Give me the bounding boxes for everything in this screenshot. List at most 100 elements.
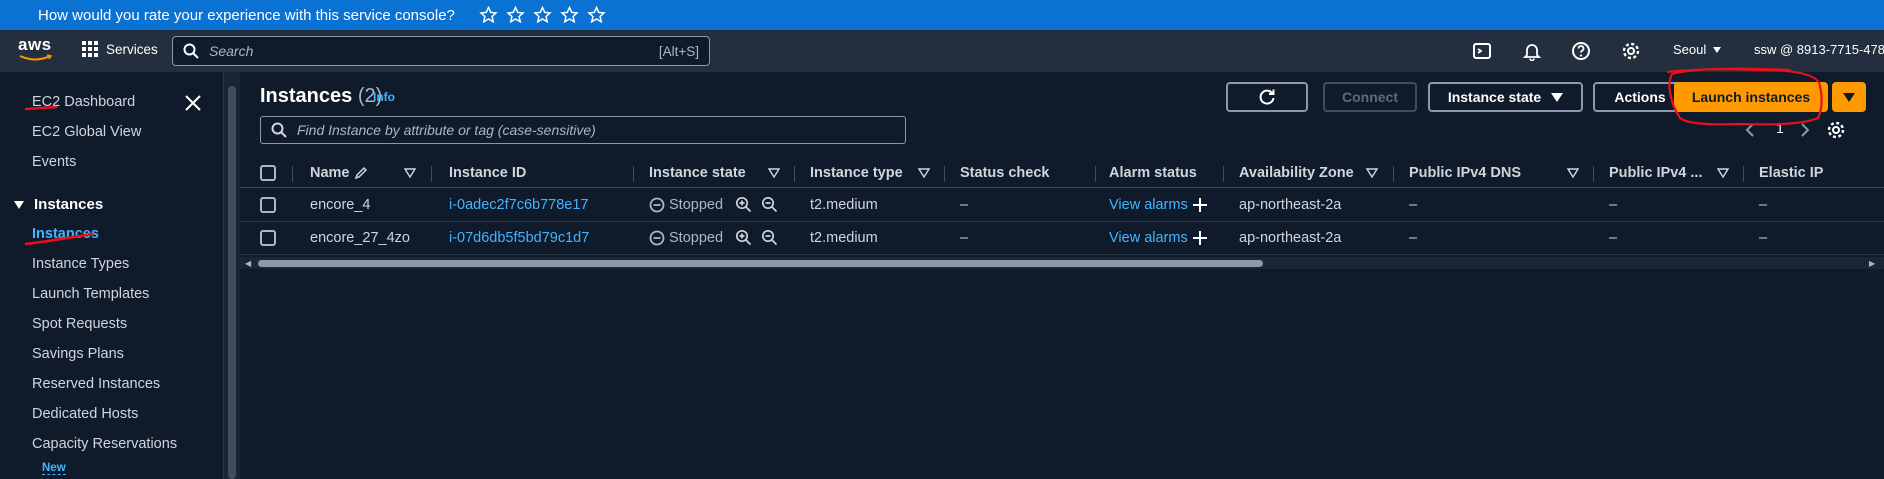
cell-availability-zone: ap-northeast-2a [1239,197,1342,213]
column-header-public-ipv4-dns[interactable]: Public IPv4 DNS [1409,165,1521,181]
sort-icon[interactable] [1366,168,1378,178]
sort-icon[interactable] [918,168,930,178]
row-checkbox[interactable] [260,230,276,246]
launch-dropdown-button[interactable] [1832,82,1866,112]
new-badge: New [42,462,66,475]
sidebar-section-label: Instances [34,196,104,213]
gear-icon[interactable] [1621,41,1641,61]
sidebar: EC2 Dashboard EC2 Global View Events Ins… [0,72,224,479]
sort-icon[interactable] [1567,168,1579,178]
add-alarm-icon[interactable] [1192,230,1208,246]
table-header: Name Instance ID Instance state Instance… [240,158,1884,188]
column-divider [1593,166,1594,182]
star-icon[interactable] [587,6,606,24]
search-shortcut: [Alt+S] [658,43,699,59]
sidebar-item-instance-types[interactable]: Instance Types [32,256,129,272]
aws-logo[interactable]: aws [18,35,58,65]
refresh-button[interactable] [1226,82,1308,112]
sidebar-item-capacity-reservations[interactable]: Capacity Reservations [32,436,177,452]
launch-instances-button[interactable]: Launch instances [1674,82,1828,112]
star-icon[interactable] [479,6,498,24]
zoom-in-icon[interactable] [735,229,752,246]
column-header-availability-zone[interactable]: Availability Zone [1239,165,1354,181]
stopped-icon [649,197,665,212]
cloudshell-icon[interactable] [1472,41,1492,61]
help-icon[interactable] [1571,41,1591,61]
sidebar-section-instances[interactable]: Instances [14,196,103,213]
cell-status-check: – [960,230,969,246]
column-header-status-check[interactable]: Status check [960,165,1049,181]
sort-icon[interactable] [768,168,780,178]
feedback-question: How would you rate your experience with … [38,6,455,24]
caret-down-icon [1551,92,1564,102]
table-row[interactable]: encore_4 i-0adec2f7c6b778e17 Stopped t2.… [240,189,1884,222]
services-menu[interactable]: Services [82,41,158,57]
sidebar-item-spot-requests[interactable]: Spot Requests [32,316,127,332]
column-divider [1095,166,1096,182]
connect-button[interactable]: Connect [1323,82,1417,112]
edit-icon [354,166,368,180]
horizontal-scrollbar-thumb[interactable] [258,260,1263,267]
view-alarms-link[interactable]: View alarms [1109,230,1188,246]
column-divider [944,166,945,182]
select-all-checkbox[interactable] [260,165,276,181]
table-row[interactable]: encore_27_4zo i-07d6db5f5bd79c1d7 Stoppe… [240,222,1884,255]
scroll-left-arrow[interactable]: ◀ [245,259,251,268]
cell-public-ipv4-dns: – [1409,197,1418,213]
cell-instance-id-link[interactable]: i-0adec2f7c6b778e17 [449,197,588,213]
sidebar-item-instances[interactable]: Instances [32,226,99,242]
page-title-text: Instances [260,85,353,107]
column-header-elastic-ip[interactable]: Elastic IP [1759,165,1823,181]
star-icon[interactable] [506,6,525,24]
account-menu[interactable]: ssw @ 8913-7715-4789 [1754,42,1884,57]
search-icon [183,43,199,59]
add-alarm-icon[interactable] [1192,197,1208,213]
column-header-instance-state[interactable]: Instance state [649,165,746,181]
search-input[interactable]: Search [Alt+S] [172,36,710,66]
column-divider [292,166,293,182]
column-header-alarm-status[interactable]: Alarm status [1109,165,1197,181]
column-divider [1743,166,1744,182]
chevron-right-icon[interactable] [1800,122,1810,138]
sidebar-item-reserved-instances[interactable]: Reserved Instances [32,376,160,392]
sort-icon[interactable] [1717,168,1729,178]
column-divider [794,166,795,182]
column-divider [633,166,634,182]
chevron-left-icon[interactable] [1745,122,1755,138]
info-link[interactable]: Info [373,90,395,104]
zoom-out-icon[interactable] [761,229,778,246]
sidebar-item-ec2-global-view[interactable]: EC2 Global View [32,124,141,140]
star-icon[interactable] [533,6,552,24]
cell-elastic-ip: – [1759,230,1768,246]
page-number[interactable]: 1 [1776,120,1784,136]
column-header-instance-id[interactable]: Instance ID [449,165,526,181]
cell-instance-id-link[interactable]: i-07d6db5f5bd79c1d7 [449,230,589,246]
star-icon[interactable] [560,6,579,24]
view-alarms-link[interactable]: View alarms [1109,197,1188,213]
zoom-out-icon[interactable] [761,196,778,213]
bell-icon[interactable] [1522,41,1542,61]
instance-state-button[interactable]: Instance state [1428,82,1583,112]
cell-instance-type: t2.medium [810,197,878,213]
sidebar-item-savings-plans[interactable]: Savings Plans [32,346,124,362]
instance-state-text: Stopped [669,229,724,246]
row-checkbox[interactable] [260,197,276,213]
column-header-public-ipv4[interactable]: Public IPv4 ... [1609,165,1702,181]
close-icon[interactable] [184,94,202,112]
table-settings-icon[interactable] [1826,120,1846,140]
zoom-in-icon[interactable] [735,196,752,213]
instance-filter-input[interactable]: Find Instance by attribute or tag (case-… [260,116,906,144]
scroll-right-arrow[interactable]: ▶ [1869,259,1875,268]
sidebar-scrollbar-thumb[interactable] [228,86,236,479]
region-selector[interactable]: Seoul [1673,42,1722,57]
column-divider [1223,166,1224,182]
column-header-instance-type[interactable]: Instance type [810,165,903,181]
column-header-name[interactable]: Name [310,165,350,181]
aws-logo-text: aws [18,35,52,54]
sort-icon[interactable] [404,168,416,178]
sidebar-item-events[interactable]: Events [32,154,76,170]
sidebar-item-ec2-dashboard[interactable]: EC2 Dashboard [32,94,135,110]
sidebar-item-launch-templates[interactable]: Launch Templates [32,286,149,302]
sidebar-item-dedicated-hosts[interactable]: Dedicated Hosts [32,406,138,422]
cell-name: encore_27_4zo [310,230,410,246]
